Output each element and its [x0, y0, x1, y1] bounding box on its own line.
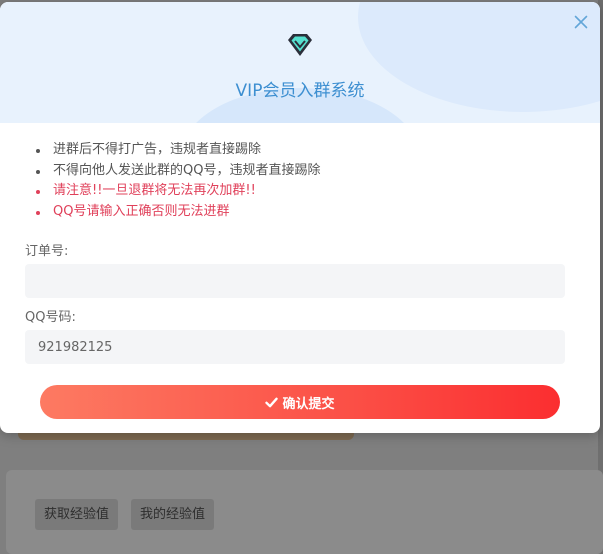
modal-header: VIP会员入群系统	[0, 2, 600, 123]
rules-list: 进群后不得打广告，违规者直接踢除 不得向他人发送此群的QQ号，违规者直接踢除 请…	[34, 140, 320, 222]
modal-title: VIP会员入群系统	[235, 81, 365, 101]
rule-item: 进群后不得打广告，违规者直接踢除	[34, 140, 320, 161]
get-exp-button[interactable]: 获取经验值	[35, 499, 119, 530]
submit-button[interactable]: 确认提交	[40, 385, 560, 419]
vip-join-modal: VIP会员入群系统 进群后不得打广告，违规者直接踢除 不得向他人发送此群的QQ号…	[0, 2, 600, 433]
my-exp-button[interactable]: 我的经验值	[131, 499, 215, 530]
rule-warning-item: QQ号请输入正确否则无法进群	[34, 202, 320, 223]
qq-number-input[interactable]	[25, 330, 565, 364]
check-icon	[265, 396, 279, 409]
diamond-icon	[285, 32, 315, 58]
order-number-input[interactable]	[25, 264, 565, 298]
order-number-label: 订单号:	[25, 244, 69, 259]
submit-button-label: 确认提交	[282, 396, 335, 412]
rule-warning-item: 请注意!!一旦退群将无法再次加群!!	[34, 181, 320, 202]
close-icon[interactable]	[572, 13, 590, 31]
rule-item: 不得向他人发送此群的QQ号，违规者直接踢除	[34, 161, 320, 182]
qq-number-label: QQ号码:	[25, 310, 76, 325]
